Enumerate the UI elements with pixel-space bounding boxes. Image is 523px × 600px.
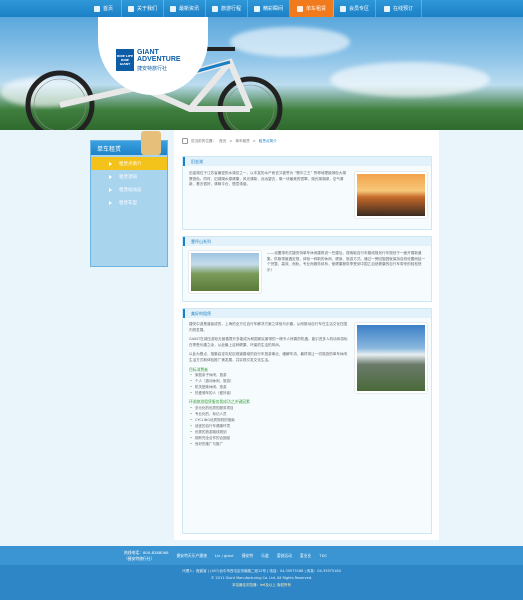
- nav-label: 旅游行程: [220, 6, 241, 12]
- nav-label: 关于我们: [136, 6, 157, 12]
- breadcrumb: 您当前的位置： 首页 > 单车租赁 > 租赁点简介: [182, 136, 277, 146]
- nav-item-member[interactable]: 会员专区: [334, 0, 376, 17]
- logo-mark[interactable]: RIDE LIFE RIDE GIANT: [116, 49, 134, 71]
- section-text: ——设置带布式捷安特单车休闲建筑说一巴建址，搜索取自行车路线规划行车规划于一面开…: [267, 251, 426, 272]
- paragraph: GIANT在减压游较无营善提升多能成为和国家民景带的一精令人惊喜的机遇，能引进多…: [189, 337, 348, 347]
- news-icon: [169, 5, 176, 12]
- nav-label: 最新资讯: [178, 6, 199, 12]
- photo-icon: [253, 5, 260, 12]
- sidebar-item-label: 租赁车型: [119, 200, 137, 206]
- sidebar-item-label: 租赁点简介: [119, 161, 142, 167]
- route-icon: [211, 5, 218, 12]
- sidebar-list: 租赁点简介 租赁须知 租赁站动态 租赁车型: [91, 155, 167, 209]
- main-content: 您当前的位置： 首页 > 单车租赁 > 租赁点简介 旧金湖 旧金湖位于江苏省最密…: [174, 130, 439, 540]
- breadcrumb-sep: >: [229, 139, 233, 143]
- footer-link[interactable]: 爱驰远动: [277, 553, 292, 559]
- sidebar-item-intro[interactable]: 租赁点简介: [91, 157, 167, 170]
- footer-tel-number: 800-8288068: [142, 549, 169, 555]
- sidebar-item-label: 租赁须知: [119, 174, 137, 180]
- paragraph: 以此为基点，指集启定向尼尼塔道路域的自行车旅游事业，缓解车流，最终将让一切旅游的…: [189, 352, 348, 362]
- breadcrumb-prefix: 您当前的位置：: [191, 138, 217, 143]
- footer-info: 代理人：程爵宣 | (407)台中市西屯区河南路二段12号 | 电话：04-35…: [0, 568, 523, 589]
- footer-tel: 热线电话：800-8288068 （捷安特旅行社）: [124, 550, 169, 562]
- sidebar-item-news[interactable]: 租赁站动态: [91, 183, 167, 196]
- section-mountain: 壹坪山系列 ——设置带布式捷安特单车休闲建筑说一巴建址，搜索取自行车路线规划行车…: [182, 236, 432, 302]
- footer-tel-note: （捷安特旅行社）: [124, 555, 155, 561]
- info-icon: [127, 5, 134, 12]
- nav-item-home[interactable]: 首页: [86, 0, 122, 17]
- sidebar-item-notice[interactable]: 租赁须知: [91, 170, 167, 183]
- top-nav: 首页 关于我们 最新资讯 旅游行程 精彩瞬间 单车租赁 会员专区 在线预订: [0, 0, 523, 17]
- nav-label: 精彩瞬间: [262, 6, 283, 12]
- nav-item-photo[interactable]: 精彩瞬间: [248, 0, 290, 17]
- section-title: 美好的租赁: [183, 309, 431, 318]
- breadcrumb-bike-rental[interactable]: 单车租赁: [235, 139, 249, 144]
- bike-icon: [296, 5, 303, 12]
- footer-address: 代理人：程爵宣 | (407)台中市西屯区河南路二段12号 | 电话：04-35…: [182, 569, 341, 573]
- footer-link[interactable]: Liv / giant: [215, 553, 234, 558]
- section-rental: 美好的租赁 捷安中游是道者成的，上海的全方位自行车解决方案之体验与乐趣，从而推动…: [182, 308, 432, 534]
- sidebar-item-label: 租赁站动态: [119, 187, 142, 193]
- sidebar: 单车租赁 租赁点简介 租赁须知 租赁站动态 租赁车型: [90, 131, 168, 267]
- banner: RIDE LIFE RIDE GIANT GIANT ADVENTURE 捷安特…: [0, 17, 523, 130]
- section-title: 旧金湖: [183, 157, 431, 166]
- sidebar-item-models[interactable]: 租赁车型: [91, 196, 167, 209]
- nav-item-route[interactable]: 旅游行程: [206, 0, 248, 17]
- section-text: 捷安中游是道者成的，上海的全方位自行车解决方案之体验与乐趣，从而推动自行车在生活…: [189, 322, 349, 447]
- lake-sunset-photo: [355, 172, 427, 218]
- logo-line-1: GIANT: [137, 49, 159, 56]
- footer-tel-label: 热线电话：: [124, 549, 143, 555]
- section-title: 壹坪山系列: [183, 237, 431, 246]
- section-lake: 旧金湖 旧金湖位于江苏省最密的水调总之一，以丰富的水产而言又被誉为 “蟹中之王”…: [182, 156, 432, 230]
- footer-link[interactable]: TDC: [319, 553, 327, 558]
- breadcrumb-current: 租赁点简介: [258, 138, 277, 143]
- nav-label: 会员专区: [348, 6, 369, 12]
- list-item: 热爱骑车的人（爱好者）: [189, 390, 349, 396]
- nav-item-news[interactable]: 最新资讯: [164, 0, 206, 17]
- breadcrumb-home[interactable]: 首页: [219, 139, 226, 144]
- section-text: 旧金湖位于江苏省最密的水调总之一，以丰富的水产而言又被誉为 “蟹中之王” 赞称地…: [189, 171, 346, 187]
- logo-mark-text: RIDE LIFE RIDE GIANT: [116, 54, 134, 66]
- paragraph: 捷安中游是道者成的，上海的全方位自行车解决方案之体验与乐趣，从而推动自行车在生活…: [189, 322, 348, 332]
- nav-label: 单车租赁: [305, 6, 326, 12]
- nav-label: 首页: [102, 6, 113, 12]
- home-icon: [93, 5, 100, 12]
- money-bag-icon: [141, 131, 161, 155]
- list-item: 良好的推广与推广: [189, 441, 349, 447]
- cycling-group-photo: [189, 251, 261, 293]
- footer-top-bar: 热线电话：800-8288068 （捷安特旅行社） 捷安特天乐户建旅 Liv / …: [0, 546, 523, 565]
- footer-link[interactable]: 乐道: [261, 553, 269, 559]
- booking-icon: [383, 5, 390, 12]
- footer-link[interactable]: 捷安特: [242, 553, 253, 559]
- bike-illustration: [25, 47, 283, 130]
- member-icon: [339, 5, 346, 12]
- footer-copyright: © 2011 Giant Manufacturing Co. Ltd. All …: [210, 576, 313, 580]
- footer-link[interactable]: 爱业业: [300, 553, 311, 559]
- mountain-sheep-photo: [355, 323, 427, 393]
- logo-line-3: 捷安特旅行社: [137, 66, 168, 72]
- logo-line-2: ADVENTURE: [137, 56, 181, 63]
- home-icon: [182, 138, 188, 144]
- footer-browser-note: 本站最佳浏览器：ie6及以上 版权所有: [232, 583, 291, 587]
- breadcrumb-sep: >: [252, 139, 256, 143]
- nav-item-about[interactable]: 关于我们: [122, 0, 164, 17]
- nav-label: 在线预订: [392, 6, 413, 12]
- nav-item-booking[interactable]: 在线预订: [376, 0, 422, 17]
- footer-link[interactable]: 捷安特天乐户建旅: [177, 553, 207, 559]
- footer: 热线电话：800-8288068 （捷安特旅行社） 捷安特天乐户建旅 Liv / …: [0, 546, 523, 600]
- nav-item-bike-rental[interactable]: 单车租赁: [290, 0, 334, 17]
